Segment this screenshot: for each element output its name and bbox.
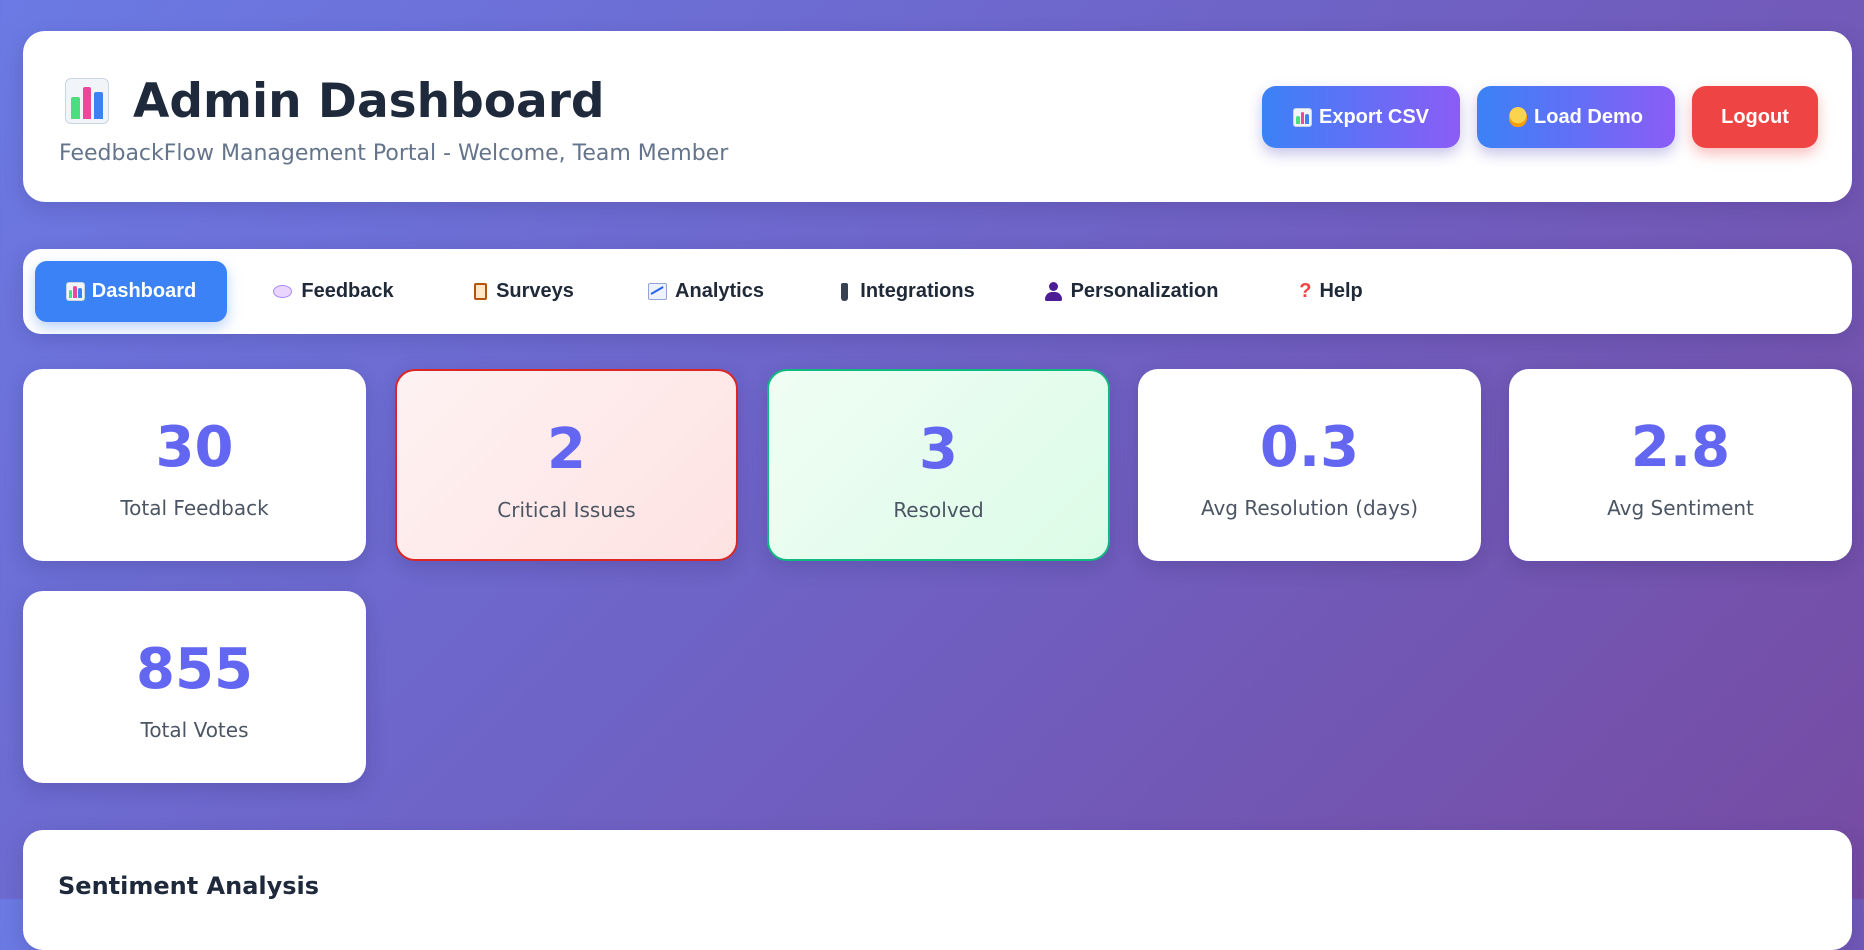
tab-analytics[interactable]: Analytics [640, 261, 772, 322]
stat-card-critical-issues: 2 Critical Issues [395, 369, 738, 561]
bar-chart-icon [65, 78, 109, 124]
main-nav: Dashboard Feedback Surveys Analytics Int… [23, 249, 1852, 334]
stat-label: Avg Resolution (days) [1200, 496, 1419, 520]
stat-value: 0.3 [1259, 415, 1360, 480]
tab-help[interactable]: ? Help [1289, 261, 1373, 322]
tab-integrations[interactable]: Integrations [833, 261, 983, 322]
stat-label: Avg Sentiment [1607, 496, 1754, 520]
stat-label: Resolved [893, 498, 984, 522]
section-title: Sentiment Analysis [58, 872, 320, 900]
stat-card-avg-resolution: 0.3 Avg Resolution (days) [1138, 369, 1481, 561]
stat-card-total-feedback: 30 Total Feedback [23, 369, 366, 561]
sentiment-analysis-section: Sentiment Analysis [23, 830, 1852, 950]
export-csv-button[interactable]: Export CSV [1262, 86, 1460, 148]
stat-label: Total Votes [140, 718, 249, 742]
tab-dashboard[interactable]: Dashboard [35, 261, 227, 322]
stat-card-resolved: 3 Resolved [767, 369, 1110, 561]
stat-value: 855 [136, 637, 253, 702]
logout-button[interactable]: Logout [1692, 86, 1818, 148]
page-title: Admin Dashboard [65, 71, 605, 131]
person-icon [1044, 282, 1063, 301]
load-demo-label: Load Demo [1534, 105, 1643, 128]
speech-bubble-icon [273, 285, 293, 298]
dashboard-header: Admin Dashboard FeedbackFlow Management … [23, 31, 1852, 202]
tab-surveys[interactable]: Surveys [464, 261, 584, 322]
stat-label: Critical Issues [497, 498, 636, 522]
load-demo-button[interactable]: Load Demo [1477, 86, 1675, 148]
stat-value: 30 [155, 415, 234, 480]
tab-dashboard-label: Dashboard [91, 280, 197, 302]
tab-integrations-label: Integrations [860, 280, 975, 302]
plug-icon [841, 282, 849, 301]
tab-personalization[interactable]: Personalization [1041, 261, 1221, 322]
stat-label: Total Feedback [120, 496, 269, 520]
stat-value: 2 [547, 417, 586, 482]
tab-feedback[interactable]: Feedback [271, 261, 396, 322]
bar-chart-icon [1292, 107, 1312, 127]
clipboard-icon [474, 283, 488, 300]
theater-mask-icon [1509, 107, 1528, 127]
tab-personalization-label: Personalization [1070, 280, 1219, 302]
bar-chart-icon [65, 282, 85, 301]
stat-card-avg-sentiment: 2.8 Avg Sentiment [1509, 369, 1852, 561]
page-subtitle: FeedbackFlow Management Portal - Welcome… [59, 141, 729, 166]
question-icon: ? [1299, 280, 1312, 302]
tab-surveys-label: Surveys [496, 280, 574, 302]
trend-chart-icon [648, 283, 668, 300]
tab-analytics-label: Analytics [675, 280, 764, 302]
stat-card-total-votes: 855 Total Votes [23, 591, 366, 783]
page-title-text: Admin Dashboard [133, 73, 605, 129]
tab-help-label: Help [1319, 280, 1363, 302]
stat-value: 2.8 [1630, 415, 1731, 480]
stat-value: 3 [919, 417, 958, 482]
export-csv-label: Export CSV [1318, 105, 1430, 128]
tab-feedback-label: Feedback [301, 280, 394, 302]
header-actions: Export CSV Load Demo Logout [1262, 86, 1818, 148]
